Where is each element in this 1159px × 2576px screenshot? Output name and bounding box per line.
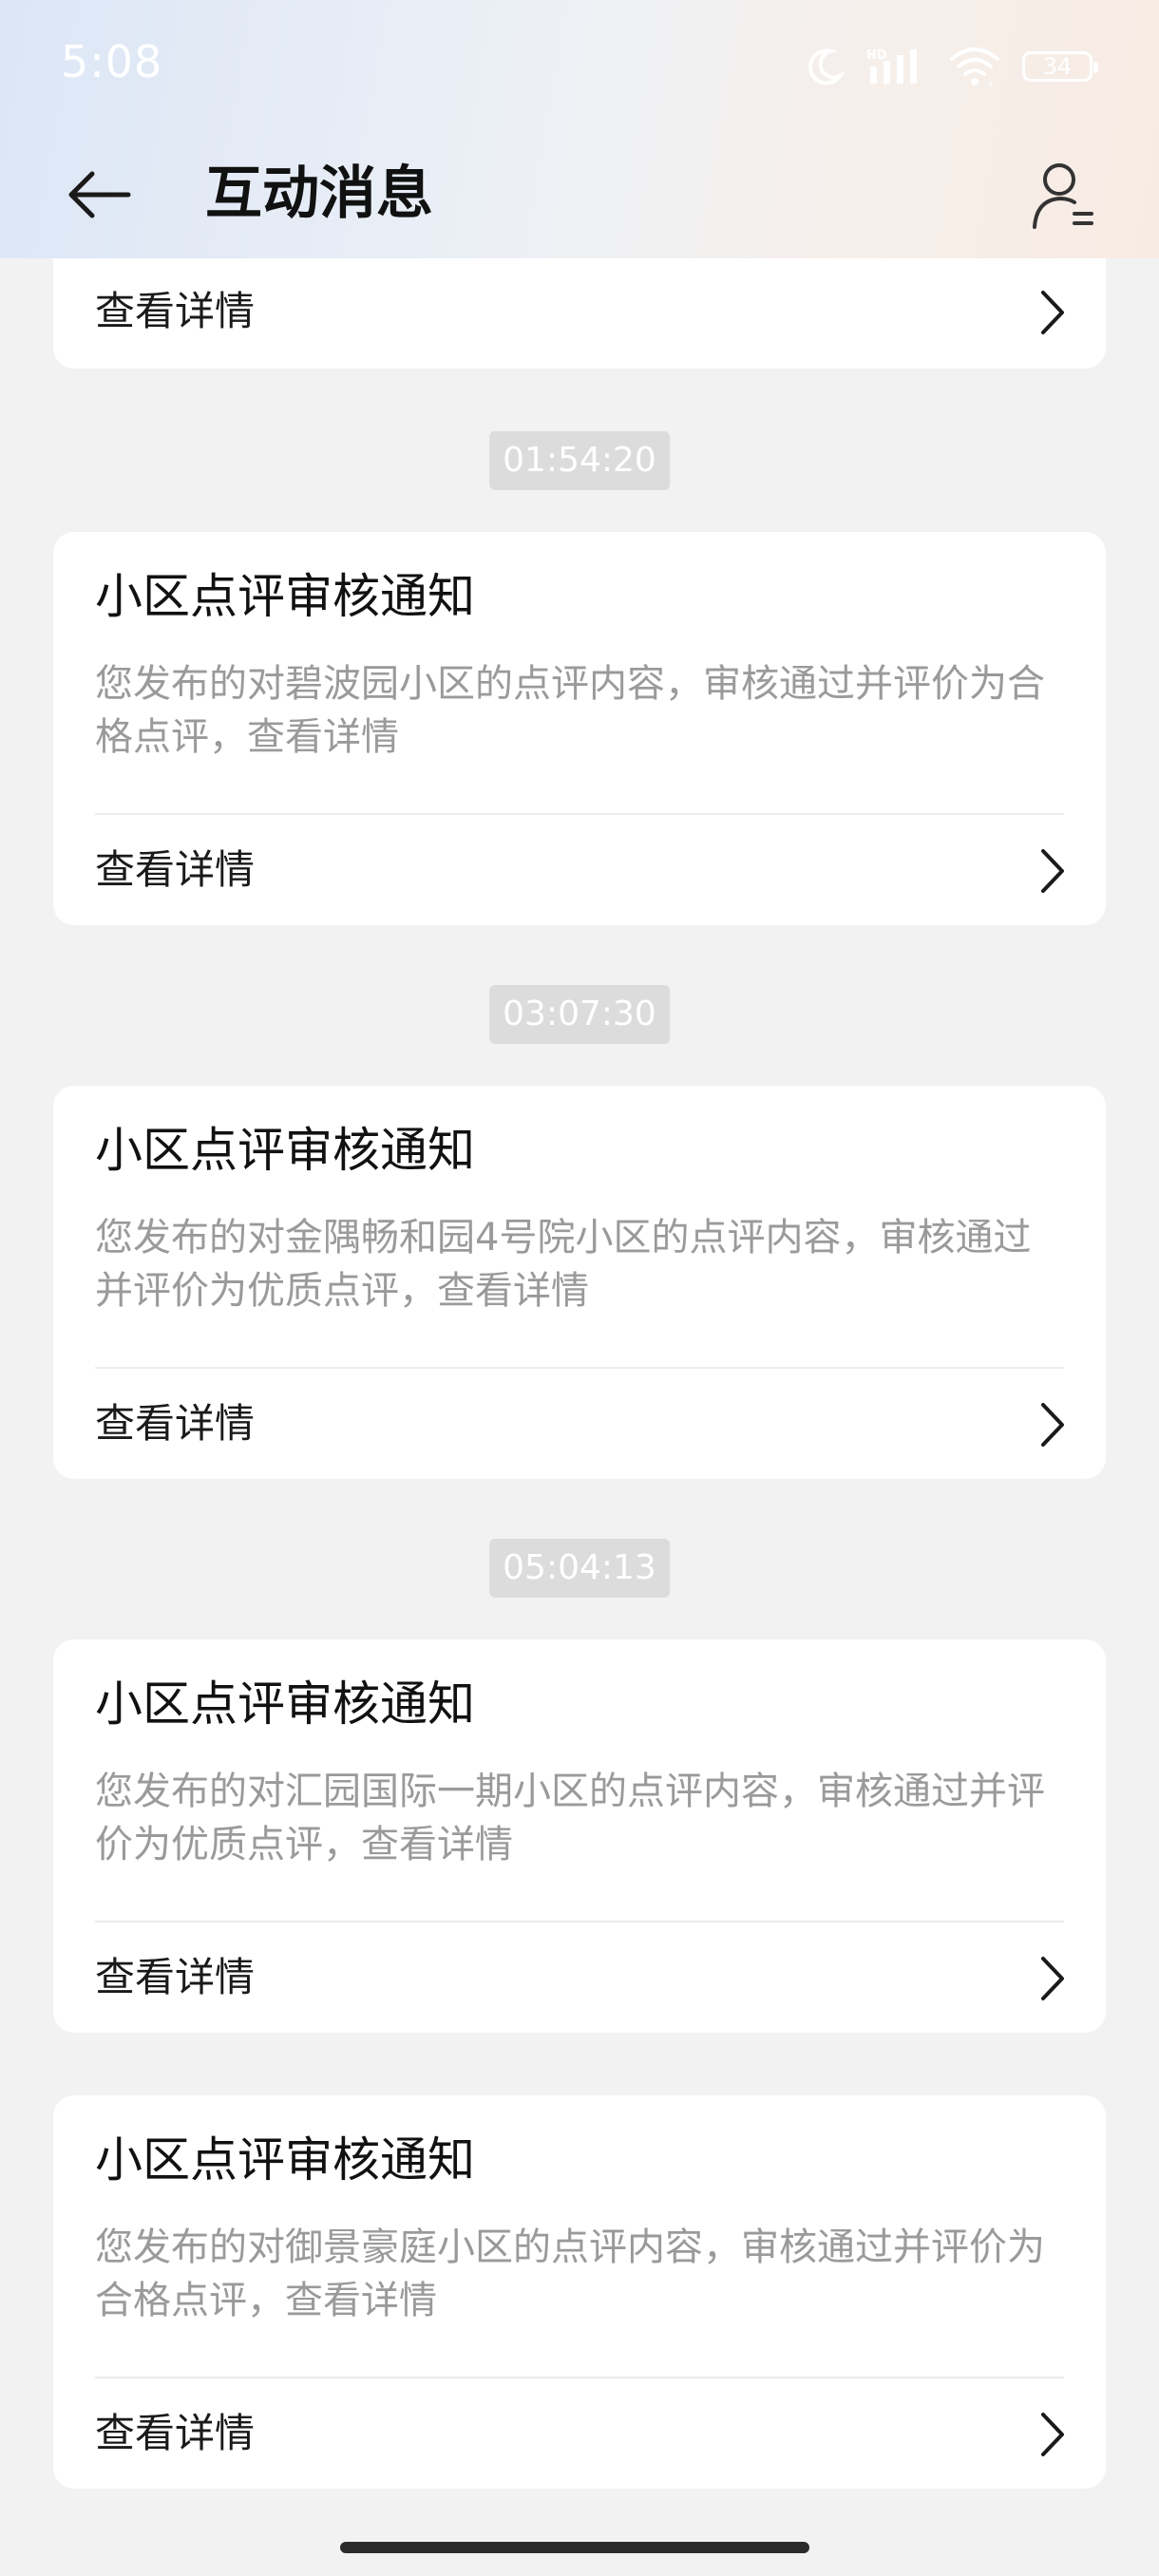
status-time: 5:08 [61, 36, 163, 87]
card-body: 您发布的对金隅畅和园4号院小区的点评内容，审核通过并评价为优质点评，查看详情 [95, 1216, 1032, 1313]
message-card: 小区点评审核通知 您发布的对金隅畅和园4号院小区的点评内容，审核通过并评价为优质… [53, 1086, 1106, 1479]
message-card-partial: 查看详情 [53, 258, 1106, 369]
card-title: 小区点评审核通知 [95, 569, 475, 624]
card-body: 您发布的对碧波园小区的点评内容，审核通过并评价为合格点评，查看详情 [95, 662, 1045, 759]
back-button[interactable] [61, 161, 137, 228]
arrow-left-icon [68, 171, 131, 218]
timestamp-badge: 01:54:20 [489, 431, 670, 490]
svg-text:HD: HD [866, 48, 887, 63]
card-body: 您发布的对御景豪庭小区的点评内容，审核通过并评价为合格点评，查看详情 [95, 2226, 1045, 2322]
status-bar: 5:08 HD ıl 34 [0, 0, 1159, 133]
home-indicator[interactable] [340, 2542, 809, 2553]
chevron-right-icon [1041, 2413, 1064, 2456]
battery-icon: 34 [1022, 51, 1098, 82]
status-icons: HD ıl 34 [804, 42, 1098, 91]
view-details-link[interactable]: 查看详情 [53, 815, 1106, 927]
timestamp-badge: 05:04:13 [489, 1539, 670, 1598]
chevron-right-icon [1041, 1403, 1064, 1447]
card-title: 小区点评审核通知 [95, 1123, 475, 1178]
wifi-icon: ıl [948, 46, 1001, 87]
view-details-label: 查看详情 [95, 1954, 256, 2000]
screen: 5:08 HD ıl 34 互动消息 查看详情 01:54:20 小区点评审核通… [0, 0, 1159, 2576]
view-details-label: 查看详情 [95, 846, 256, 893]
message-card: 小区点评审核通知 您发布的对御景豪庭小区的点评内容，审核通过并评价为合格点评，查… [53, 2095, 1106, 2489]
header-area: 5:08 HD ıl 34 互动消息 [0, 0, 1159, 258]
card-body: 您发布的对汇园国际一期小区的点评内容，审核通过并评价为优质点评，查看详情 [95, 1770, 1045, 1866]
battery-level: 34 [1042, 53, 1073, 80]
nav-bar: 互动消息 [0, 142, 1159, 247]
view-details-link[interactable]: 查看详情 [53, 2378, 1106, 2491]
hd-signal-icon: HD [866, 46, 927, 87]
view-details-label: 查看详情 [95, 1400, 256, 1447]
moon-icon [804, 46, 846, 87]
page-title: 互动消息 [205, 161, 433, 227]
profile-button[interactable] [1026, 156, 1102, 236]
view-details-label: 查看详情 [95, 2410, 256, 2456]
view-details-link[interactable]: 查看详情 [53, 1923, 1106, 2035]
chevron-right-icon [1041, 1957, 1064, 2000]
view-details-link[interactable]: 查看详情 [53, 1369, 1106, 1481]
message-card: 小区点评审核通知 您发布的对汇园国际一期小区的点评内容，审核通过并评价为优质点评… [53, 1639, 1106, 2033]
timestamp-badge: 03:07:30 [489, 985, 670, 1044]
card-title: 小区点评审核通知 [95, 1676, 475, 1732]
message-list[interactable]: 查看详情 01:54:20 小区点评审核通知 您发布的对碧波园小区的点评内容，审… [0, 258, 1159, 2529]
view-details-link[interactable]: 查看详情 [53, 258, 1106, 369]
chevron-right-icon [1041, 291, 1064, 334]
card-title: 小区点评审核通知 [95, 2132, 475, 2188]
view-details-label: 查看详情 [95, 288, 256, 334]
message-card: 小区点评审核通知 您发布的对碧波园小区的点评内容，审核通过并评价为合格点评，查看… [53, 532, 1106, 925]
user-settings-icon [1033, 163, 1093, 229]
svg-text:ıl: ıl [988, 80, 993, 87]
chevron-right-icon [1041, 849, 1064, 893]
